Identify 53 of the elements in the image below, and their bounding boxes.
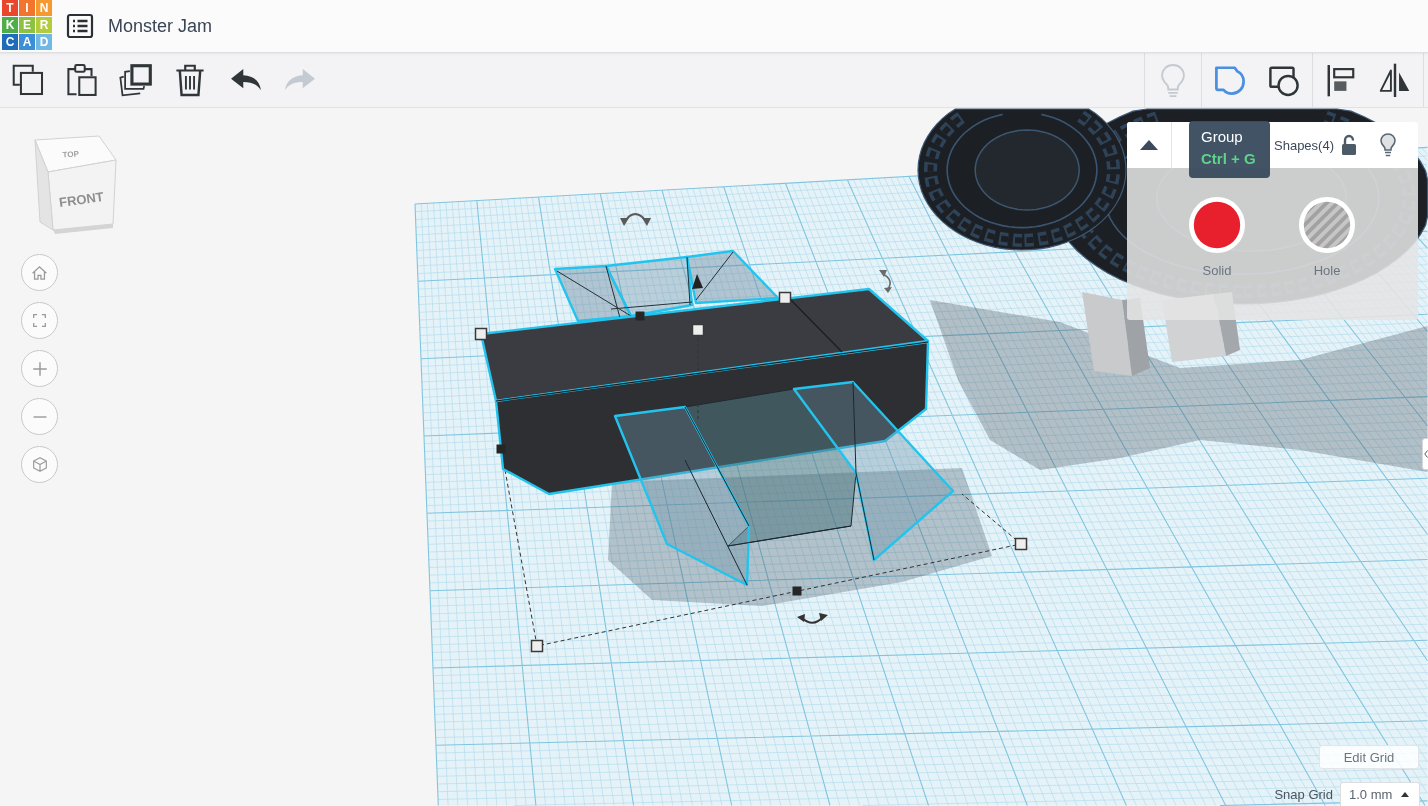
resize-handle[interactable]	[474, 327, 488, 341]
trash-icon	[173, 63, 207, 97]
stacked-squares-icon	[119, 63, 153, 97]
design-title[interactable]: Monster Jam	[108, 15, 213, 37]
logo-letter[interactable]: I	[19, 0, 35, 16]
copy-icon	[11, 63, 45, 97]
lightbulb-icon[interactable]	[1380, 133, 1396, 157]
shortcut-hint: Ctrl + G	[1201, 149, 1257, 168]
lift-handle[interactable]	[692, 274, 703, 289]
design-list-button[interactable]	[66, 13, 94, 39]
snap-grid-label: Snap Grid	[1274, 786, 1333, 802]
rotate-arrow-icon[interactable]	[879, 270, 892, 293]
rotate-arrow-icon[interactable]	[797, 613, 828, 624]
striped-circle-swatch-icon	[1298, 196, 1356, 254]
plus-icon	[32, 361, 47, 376]
cube-outline-icon	[32, 457, 47, 472]
frame-corners-icon	[33, 314, 46, 327]
minus-icon	[32, 415, 47, 418]
clipboard-icon	[65, 63, 99, 97]
logo-letter[interactable]: K	[2, 17, 18, 33]
list-icon	[66, 13, 94, 39]
panel-collapse-tab[interactable]	[1422, 438, 1428, 470]
resize-handle[interactable]	[778, 291, 792, 305]
tooltip-title: Group	[1201, 127, 1244, 146]
open-padlock-icon[interactable]	[1340, 134, 1358, 156]
rotate-arrow-icon[interactable]	[620, 213, 651, 226]
resize-handle[interactable]	[792, 586, 802, 596]
merged-shape-icon	[1213, 63, 1247, 97]
logo-letter[interactable]: R	[36, 17, 52, 33]
logo-letter[interactable]: C	[2, 34, 18, 50]
hole-option[interactable]: Hole	[1287, 196, 1367, 278]
resize-handle[interactable]	[635, 311, 645, 321]
caret-up-icon	[1401, 792, 1409, 797]
panel-title: Shapes(4)	[1274, 137, 1334, 153]
selected-shape-group[interactable]	[479, 249, 955, 587]
resize-handle[interactable]	[496, 444, 506, 454]
snap-grid-dropdown[interactable]: 1.0 mm	[1340, 782, 1420, 806]
resize-handle[interactable]	[691, 323, 705, 337]
cube-top-label[interactable]: TOP	[62, 149, 80, 160]
edit-grid-button[interactable]: Edit Grid	[1319, 745, 1419, 769]
logo-letter[interactable]: E	[19, 17, 35, 33]
logo-letter[interactable]: N	[36, 0, 52, 16]
filled-circle-swatch-icon	[1188, 196, 1246, 254]
logo-letter[interactable]: T	[2, 0, 18, 16]
logo-letter[interactable]: A	[19, 34, 35, 50]
logo-letter[interactable]: D	[36, 34, 52, 50]
solid-option[interactable]: Solid	[1177, 196, 1257, 278]
resize-handle[interactable]	[1014, 537, 1028, 551]
chevron-left-icon	[1423, 450, 1428, 458]
resize-handle[interactable]	[530, 639, 544, 653]
home-view-button[interactable]	[21, 254, 58, 291]
mirror-triangles-icon	[1378, 63, 1412, 97]
home-icon	[32, 265, 47, 280]
